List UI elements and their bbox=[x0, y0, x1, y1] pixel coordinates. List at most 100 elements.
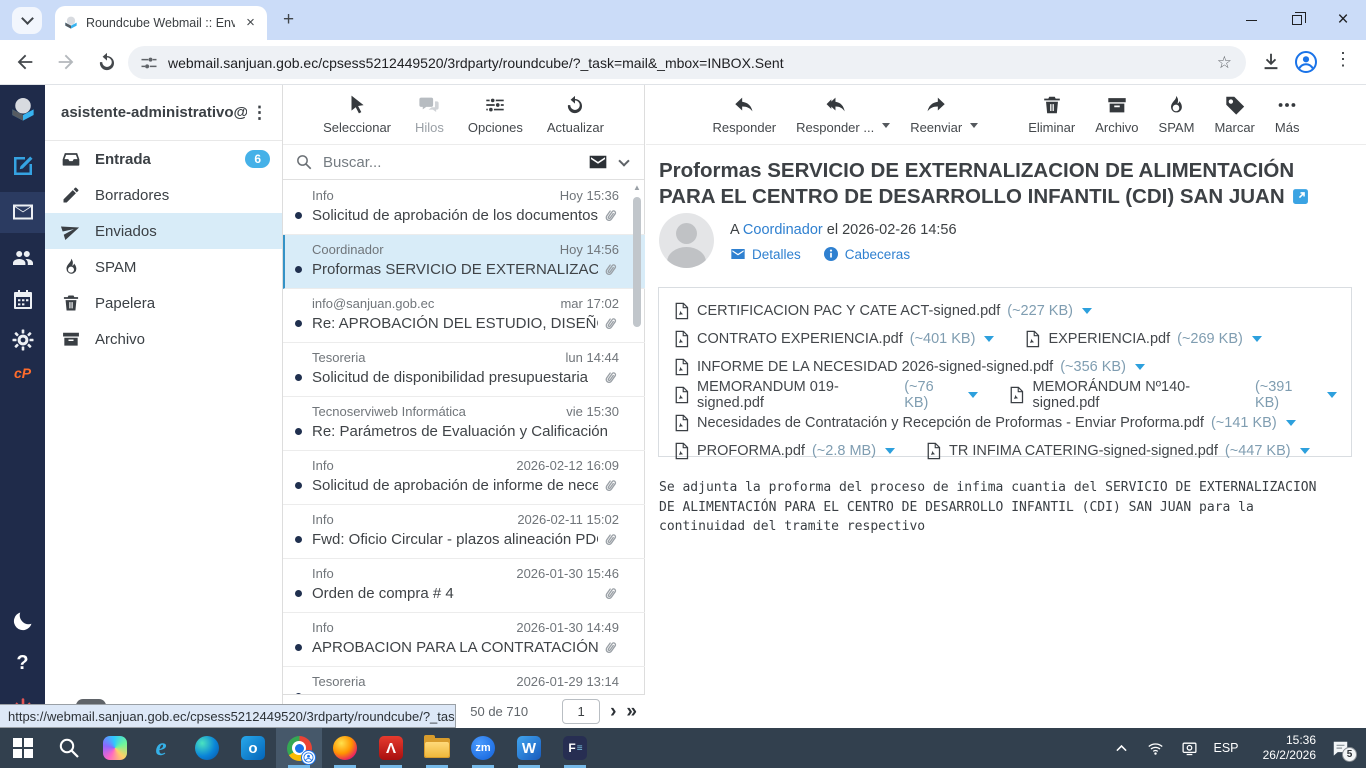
taskbar-ie[interactable]: e bbox=[138, 728, 184, 768]
attachment-chip[interactable]: EXPERIENCIA.pdf (~269 KB) bbox=[1024, 330, 1262, 348]
attachment-chip[interactable]: TR INFIMA CATERING-signed-signed.pdf (~44… bbox=[925, 442, 1310, 460]
tray-language[interactable]: ESP bbox=[1208, 741, 1244, 755]
attachment-menu-caret[interactable] bbox=[1081, 308, 1092, 314]
window-minimize-button[interactable] bbox=[1228, 0, 1274, 40]
external-link-icon[interactable] bbox=[1292, 188, 1309, 205]
select-button[interactable]: Seleccionar bbox=[323, 94, 391, 135]
calendar-nav-button[interactable] bbox=[0, 285, 45, 315]
sidebar-item-spam[interactable]: SPAM bbox=[45, 249, 282, 285]
contacts-nav-button[interactable] bbox=[0, 243, 45, 273]
attachment-name[interactable]: TR INFIMA CATERING-signed-signed.pdf bbox=[949, 443, 1218, 459]
message-row[interactable]: Info 2026-02-12 16:09 Solicitud de aprobac… bbox=[283, 451, 645, 505]
taskbar-search-button[interactable] bbox=[46, 728, 92, 768]
taskbar-outlook[interactable]: o bbox=[230, 728, 276, 768]
sidebar-item-papelera[interactable]: Papelera bbox=[45, 285, 282, 321]
site-info-icon[interactable] bbox=[140, 54, 158, 72]
scrollbar-thumb[interactable] bbox=[633, 197, 641, 327]
search-scope-icon[interactable] bbox=[588, 152, 608, 172]
more-button[interactable]: Más bbox=[1275, 94, 1299, 135]
attachment-chip[interactable]: CONTRATO EXPERIENCIA.pdf (~401 KB) bbox=[673, 330, 995, 348]
message-row[interactable]: Tesoreria lun 14:44 Solicitud de disponibi… bbox=[283, 343, 645, 397]
taskbar-explorer[interactable] bbox=[414, 728, 460, 768]
address-bar[interactable]: webmail.sanjuan.gob.ec/cpsess5212449520/… bbox=[128, 46, 1246, 79]
browser-tab[interactable]: Roundcube Webmail :: Enviados × bbox=[55, 6, 267, 40]
taskbar-word[interactable]: W bbox=[506, 728, 552, 768]
search-input[interactable]: Buscar... bbox=[323, 154, 578, 171]
list-scrollbar[interactable]: ▲ ▼ bbox=[631, 183, 643, 768]
mark-button[interactable]: Marcar bbox=[1214, 94, 1255, 135]
recipient-link[interactable]: Coordinador bbox=[743, 222, 823, 238]
back-button[interactable] bbox=[14, 51, 36, 73]
attachment-chip[interactable]: MEMORÁNDUM Nº140-signed.pdf (~391 KB) bbox=[1008, 379, 1337, 411]
reply-all-caret[interactable] bbox=[882, 123, 891, 128]
archive-button[interactable]: Archivo bbox=[1095, 94, 1139, 135]
bookmark-star-icon[interactable]: ☆ bbox=[1217, 53, 1232, 73]
attachment-chip[interactable]: PROFORMA.pdf (~2.8 MB) bbox=[673, 442, 896, 460]
darkmode-button[interactable] bbox=[0, 605, 45, 637]
reply-all-button[interactable]: Responder ... bbox=[796, 94, 874, 135]
attachment-menu-caret[interactable] bbox=[885, 448, 896, 454]
threads-button[interactable]: Hilos bbox=[415, 94, 444, 135]
account-menu-button[interactable]: ⋮ bbox=[247, 103, 272, 123]
sidebar-item-archivo[interactable]: Archivo bbox=[45, 321, 282, 357]
message-row[interactable]: Coordinador Hoy 14:56 Proformas SERVICIO D… bbox=[283, 235, 645, 289]
sidebar-item-enviados[interactable]: Enviados bbox=[45, 213, 282, 249]
attachment-name[interactable]: EXPERIENCIA.pdf bbox=[1048, 331, 1170, 347]
notification-center-button[interactable]: 5 bbox=[1320, 728, 1360, 768]
taskbar-edge[interactable] bbox=[184, 728, 230, 768]
attachment-menu-caret[interactable] bbox=[968, 392, 979, 398]
tab-close-icon[interactable]: × bbox=[242, 14, 259, 32]
sidebar-item-borradores[interactable]: Borradores bbox=[45, 177, 282, 213]
details-link[interactable]: Detalles bbox=[730, 246, 801, 262]
search-options-chevron[interactable] bbox=[618, 154, 630, 167]
attachment-name[interactable]: CERTIFICACION PAC Y CATE ACT-signed.pdf bbox=[697, 303, 1000, 319]
attachment-name[interactable]: INFORME DE LA NECESIDAD 2026-signed-sign… bbox=[697, 359, 1053, 375]
options-button[interactable]: Opciones bbox=[468, 94, 523, 135]
forward-button[interactable]: Reenviar bbox=[910, 94, 962, 135]
taskbar-chrome[interactable] bbox=[276, 728, 322, 768]
attachment-menu-caret[interactable] bbox=[1251, 336, 1262, 342]
new-tab-button[interactable]: + bbox=[283, 9, 294, 31]
message-row[interactable]: Info 2026-01-30 15:46 Orden de compra # 4 bbox=[283, 559, 645, 613]
page-input[interactable]: 1 bbox=[562, 699, 601, 724]
taskbar-zoom[interactable]: zm bbox=[460, 728, 506, 768]
forward-button[interactable] bbox=[55, 51, 77, 73]
start-button[interactable] bbox=[0, 728, 46, 768]
attachment-menu-caret[interactable] bbox=[1299, 448, 1310, 454]
message-row[interactable]: info@sanjuan.gob.ec mar 17:02 Re: APROBACI… bbox=[283, 289, 645, 343]
taskbar-acrobat[interactable]: Λ bbox=[368, 728, 414, 768]
tray-wifi[interactable] bbox=[1140, 728, 1170, 768]
taskbar-copilot[interactable] bbox=[92, 728, 138, 768]
taskbar-firefox[interactable] bbox=[322, 728, 368, 768]
attachment-chip[interactable]: Necesidades de Contratación y Recepción … bbox=[673, 414, 1296, 432]
message-row[interactable]: Info 2026-01-30 14:49 APROBACION PARA LA C… bbox=[283, 613, 645, 667]
window-restore-button[interactable] bbox=[1274, 0, 1320, 40]
scroll-up-icon[interactable]: ▲ bbox=[631, 183, 643, 192]
browser-profile-button[interactable] bbox=[1294, 50, 1318, 74]
attachment-menu-caret[interactable] bbox=[1285, 420, 1296, 426]
help-button[interactable]: ? bbox=[0, 647, 45, 679]
message-row[interactable]: Info Hoy 15:36 Solicitud de aprobación de … bbox=[283, 181, 645, 235]
attachment-name[interactable]: CONTRATO EXPERIENCIA.pdf bbox=[697, 331, 903, 347]
tab-search-button[interactable] bbox=[12, 7, 42, 34]
attachment-menu-caret[interactable] bbox=[1134, 364, 1145, 370]
compose-button[interactable] bbox=[0, 151, 45, 181]
sidebar-item-entrada[interactable]: Entrada 6 bbox=[45, 141, 282, 177]
downloads-button[interactable] bbox=[1260, 51, 1282, 73]
message-row[interactable]: Tecnoserviweb Informática vie 15:30 Re: Pa… bbox=[283, 397, 645, 451]
last-page-button[interactable]: » bbox=[626, 702, 637, 721]
taskbar-fes-app[interactable]: F ≡ bbox=[552, 728, 598, 768]
attachment-name[interactable]: Necesidades de Contratación y Recepción … bbox=[697, 415, 1204, 431]
attachment-name[interactable]: PROFORMA.pdf bbox=[697, 443, 805, 459]
attachment-chip[interactable]: MEMORANDUM 019-signed.pdf (~76 KB) bbox=[673, 379, 979, 411]
next-page-button[interactable]: › bbox=[610, 702, 616, 721]
refresh-button[interactable]: Actualizar bbox=[547, 94, 604, 135]
reload-button[interactable] bbox=[96, 51, 118, 73]
forward-caret[interactable] bbox=[970, 123, 979, 128]
search-bar[interactable]: Buscar... bbox=[283, 145, 644, 180]
spam-button[interactable]: SPAM bbox=[1159, 94, 1194, 135]
tray-clock[interactable]: 15:36 26/2/2026 bbox=[1248, 733, 1316, 763]
cpanel-button[interactable]: cP bbox=[0, 361, 45, 385]
browser-menu-button[interactable]: ⋮ bbox=[1334, 49, 1352, 70]
delete-button[interactable]: Eliminar bbox=[1028, 94, 1075, 135]
